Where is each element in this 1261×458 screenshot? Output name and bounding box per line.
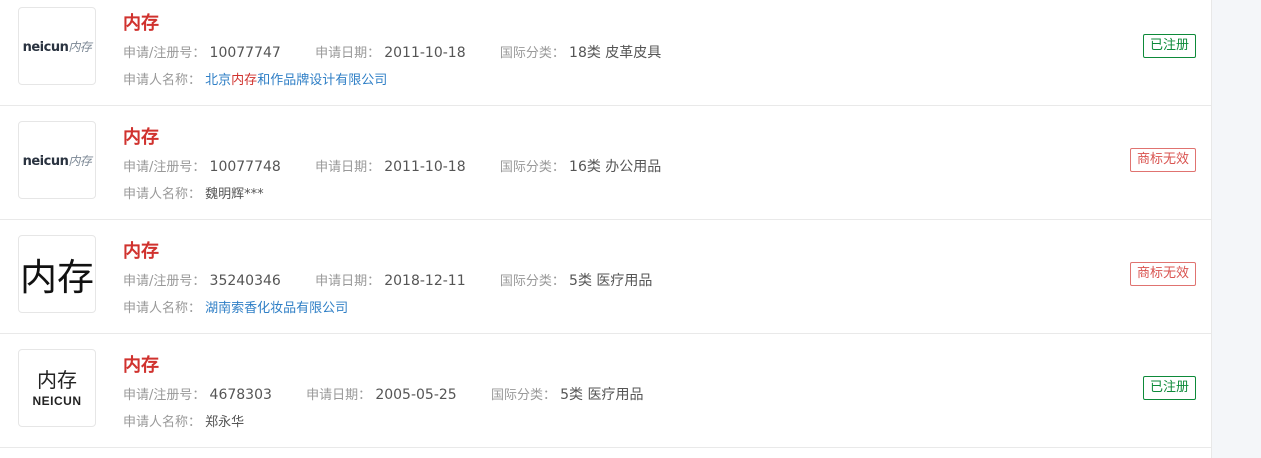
reg-no-value: 4678303: [209, 387, 272, 403]
trademark-logo[interactable]: 内存: [18, 235, 96, 313]
applicant-link[interactable]: 北京内存和作品牌设计有限公司: [205, 73, 387, 88]
intl-class-label: 国际分类：: [499, 46, 565, 61]
app-date-value: 2005-05-25: [375, 387, 457, 403]
trademark-title[interactable]: 内存: [123, 237, 159, 263]
trademark-meta: 申请/注册号： 4678303 申请日期： 2005-05-25 国际分类： 5…: [123, 384, 644, 404]
trademark-title[interactable]: 内存: [123, 9, 159, 35]
applicant-line: 申请人名称： 魏明辉***: [123, 183, 264, 202]
trademark-result-list: neicun内存 内存 申请/注册号： 10077747 申请日期： 2011-…: [0, 0, 1212, 458]
trademark-logo[interactable]: neicun内存: [18, 7, 96, 85]
reg-no-value: 10077748: [209, 159, 281, 175]
reg-no-label: 申请/注册号：: [123, 46, 206, 61]
app-date-label: 申请日期：: [315, 274, 381, 289]
trademark-title[interactable]: 内存: [123, 351, 159, 377]
intl-class-label: 国际分类：: [499, 160, 565, 175]
intl-class-value: 5类 医疗用品: [569, 273, 653, 289]
reg-no-label: 申请/注册号：: [123, 388, 206, 403]
trademark-title[interactable]: 内存: [123, 123, 159, 149]
app-date-value: 2018-12-11: [384, 273, 466, 289]
list-item[interactable]: neicun内存 内存 申请/注册号： 10077748 申请日期： 2011-…: [0, 105, 1211, 220]
applicant-label: 申请人名称：: [123, 301, 202, 316]
reg-no-label: 申请/注册号：: [123, 160, 206, 175]
reg-no-value: 10077747: [209, 45, 281, 61]
applicant-link[interactable]: 湖南索香化妆品有限公司: [205, 301, 348, 316]
app-date-value: 2011-10-18: [384, 159, 466, 175]
intl-class-value: 5类 医疗用品: [560, 387, 644, 403]
status-badge: 已注册: [1142, 376, 1196, 400]
reg-no-label: 申请/注册号：: [123, 274, 206, 289]
applicant-highlight: 内存: [231, 73, 258, 88]
status-badge: 商标无效: [1129, 148, 1196, 172]
intl-class-value: 18类 皮革皮具: [569, 45, 662, 61]
intl-class-label: 国际分类：: [490, 388, 556, 403]
trademark-logo[interactable]: 内存 NEICUN: [18, 349, 96, 427]
logo-text-cn: 内存: [36, 367, 77, 392]
intl-class-label: 国际分类：: [499, 274, 565, 289]
logo-text-cn: 内存: [68, 39, 92, 54]
status-badge: 商标无效: [1129, 262, 1196, 286]
app-date-label: 申请日期：: [306, 388, 372, 403]
applicant-line: 申请人名称： 北京内存和作品牌设计有限公司: [123, 69, 387, 88]
applicant-label: 申请人名称：: [123, 73, 202, 88]
app-date-value: 2011-10-18: [384, 45, 466, 61]
status-badge: 已注册: [1142, 34, 1196, 58]
applicant-name: 魏明辉***: [205, 187, 264, 202]
logo-text-cn: 内存: [68, 153, 92, 168]
reg-no-value: 35240346: [209, 273, 281, 289]
list-item[interactable]: 内存 NEICUN 内存 申请/注册号： 4678303 申请日期： 2005-…: [0, 333, 1211, 448]
applicant-label: 申请人名称：: [123, 187, 202, 202]
logo-text-en: NEICUN: [32, 393, 82, 408]
trademark-meta: 申请/注册号： 35240346 申请日期： 2018-12-11 国际分类： …: [123, 270, 652, 290]
trademark-meta: 申请/注册号： 10077747 申请日期： 2011-10-18 国际分类： …: [123, 42, 661, 62]
intl-class-value: 16类 办公用品: [569, 159, 662, 175]
applicant-name: 郑永华: [205, 415, 245, 430]
logo-text-cn: 内存: [20, 256, 94, 299]
applicant-label: 申请人名称：: [123, 415, 202, 430]
trademark-logo[interactable]: neicun内存: [18, 121, 96, 199]
trademark-meta: 申请/注册号： 10077748 申请日期： 2011-10-18 国际分类： …: [123, 156, 661, 176]
app-date-label: 申请日期：: [315, 160, 381, 175]
app-date-label: 申请日期：: [315, 46, 381, 61]
list-item[interactable]: 内存 内存 申请/注册号： 35240346 申请日期： 2018-12-11 …: [0, 219, 1211, 334]
logo-text-en: neicun: [22, 39, 69, 55]
logo-text-en: neicun: [22, 153, 69, 169]
applicant-line: 申请人名称： 郑永华: [123, 411, 244, 430]
list-item[interactable]: neicun内存 内存 申请/注册号： 10077747 申请日期： 2011-…: [0, 0, 1211, 106]
applicant-line: 申请人名称： 湖南索香化妆品有限公司: [123, 297, 348, 316]
